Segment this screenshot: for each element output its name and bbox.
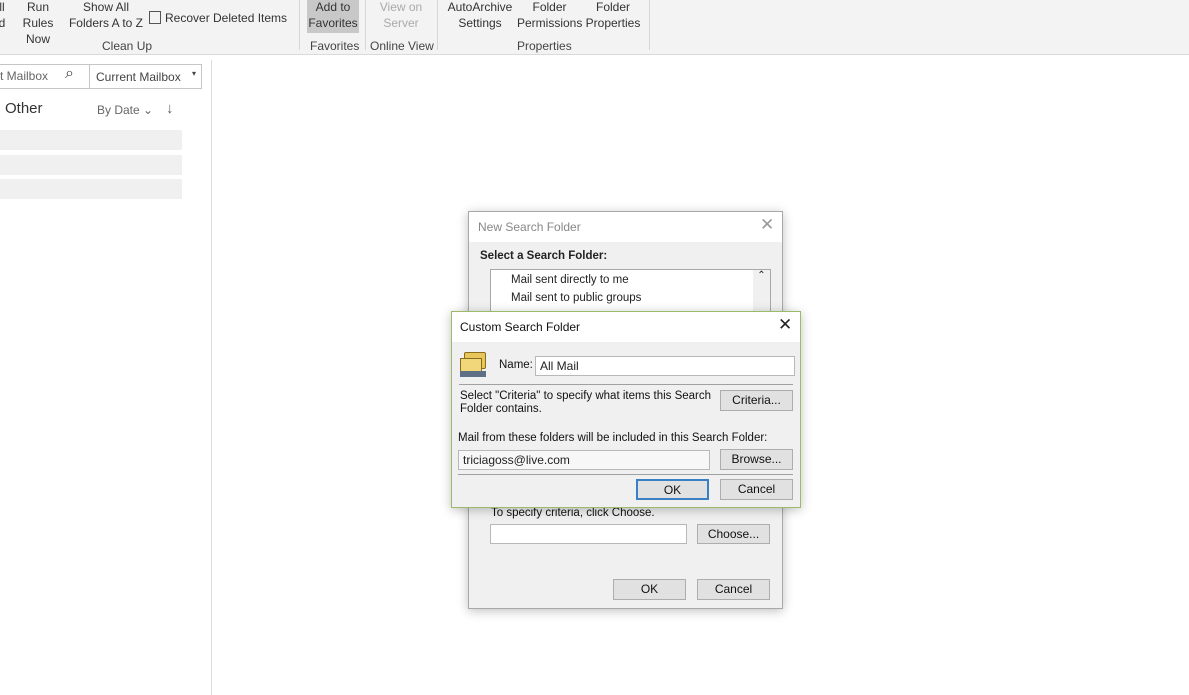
ribbon: ll d Run Rules Now Show All Folders A to Z … <box>0 0 1189 55</box>
cancel-button[interactable]: Cancel <box>697 579 770 600</box>
browse-button[interactable]: Browse... <box>720 449 793 470</box>
ok-button[interactable]: OK <box>613 579 686 600</box>
chevron-down-icon: ▾ <box>191 69 196 78</box>
folders-field: triciagoss@live.com <box>458 450 710 470</box>
chevron-down-icon: ⌄ <box>143 103 154 117</box>
folder-permissions-button[interactable]: Folder Permissions <box>517 0 582 31</box>
choose-button[interactable]: Choose... <box>697 524 770 544</box>
search-icon[interactable]: ⌕ <box>65 65 74 83</box>
ok-button[interactable]: OK <box>636 479 709 500</box>
show-all-folders-button[interactable]: Show All Folders A to Z <box>68 0 144 31</box>
recover-deleted-items-button[interactable]: Recover Deleted Items <box>149 10 287 26</box>
recover-icon <box>149 11 161 24</box>
group-online-view: Online View <box>370 39 434 53</box>
search-input[interactable]: t Mailbox ⌕ <box>0 64 90 89</box>
search-folder-icon <box>460 352 487 377</box>
list-item[interactable]: Mail sent to public groups <box>511 292 641 304</box>
message-placeholder <box>0 179 182 199</box>
message-placeholder <box>0 130 182 150</box>
cancel-button[interactable]: Cancel <box>720 479 793 500</box>
group-favorites: Favorites <box>310 39 360 53</box>
autoarchive-settings-button[interactable]: AutoArchive Settings <box>444 0 516 31</box>
sort-by-date-button[interactable]: By Date ⌄ <box>97 103 153 117</box>
message-placeholder <box>0 155 182 175</box>
criteria-field[interactable] <box>490 524 687 544</box>
custom-search-folder-dialog: Custom Search Folder ✕ Name: All Mail Se… <box>451 311 801 508</box>
close-icon[interactable]: ✕ <box>760 215 774 235</box>
ribbon-partial-button[interactable]: ll d <box>0 0 8 31</box>
add-to-favorites-button[interactable]: Add to Favorites <box>307 0 359 33</box>
pane-divider <box>211 60 212 695</box>
group-properties: Properties <box>517 39 572 53</box>
name-input[interactable]: All Mail <box>535 356 795 376</box>
dialog-title: New Search Folder <box>478 220 581 234</box>
criteria-button[interactable]: Criteria... <box>720 390 793 411</box>
tab-other[interactable]: Other <box>5 100 43 117</box>
search-folder-list[interactable]: Mail sent directly to me Mail sent to pu… <box>490 269 771 314</box>
list-item[interactable]: Mail sent directly to me <box>511 274 629 286</box>
run-rules-now-button[interactable]: Run Rules Now <box>10 0 66 47</box>
search-scope-dropdown[interactable]: Current Mailbox ▾ <box>90 64 202 89</box>
dialog-title: Custom Search Folder <box>460 320 581 334</box>
folder-properties-button[interactable]: Folder Properties <box>584 0 642 31</box>
close-icon[interactable]: ✕ <box>778 315 792 335</box>
view-on-server-button[interactable]: View on Server <box>372 0 430 31</box>
group-clean-up: Clean Up <box>102 39 153 53</box>
sort-direction-arrow-icon[interactable]: ↓ <box>166 100 174 117</box>
scrollbar-up-arrow-icon[interactable]: ⌃ <box>753 270 770 313</box>
